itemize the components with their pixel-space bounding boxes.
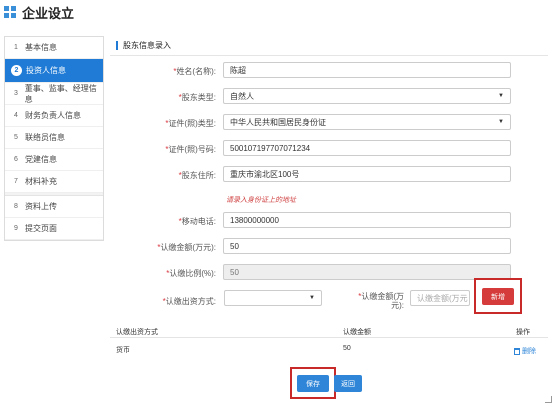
address-input[interactable]: 重庆市渝北区100号 [223,166,511,182]
step-submit[interactable]: 9 提交页面 [5,218,103,240]
section-title: 股东信息录入 [110,36,548,56]
section-title-text: 股东信息录入 [123,41,171,50]
step-party-info[interactable]: 6 党建信息 [5,149,103,171]
address-hint: 请录入身份证上的地址 [226,197,296,204]
step-label: 党建信息 [25,155,57,164]
step-number: 8 [14,203,18,210]
caret-down-icon: ▼ [498,93,504,99]
step-label: 提交页面 [25,224,57,233]
step-number: 9 [14,225,18,232]
step-number: 4 [14,112,18,119]
step-basic-info[interactable]: 1 基本信息 [5,37,103,59]
step-label: 联络员信息 [25,133,65,142]
save-button[interactable]: 保存 [297,375,329,392]
row-amount: 50 [343,345,351,352]
name-label: *姓名(名称): [173,67,216,76]
step-investor-info[interactable]: 2 投资人信息 [5,59,103,83]
step-number: 7 [14,178,18,185]
step-label: 材料补充 [25,177,57,186]
add-button[interactable]: 新增 [482,288,514,305]
delete-button[interactable]: 删除 [514,346,536,356]
step-label: 财务负责人信息 [25,111,81,120]
address-label: *股东住所: [178,171,216,180]
page-title: 企业设立 [22,5,75,21]
step-number: 6 [14,156,18,163]
step-label: 董事、监事、经理信息 [24,83,97,104]
subscribed-amount-input[interactable]: 50 [223,238,511,254]
id-type-select[interactable]: 中华人民共和国居民身份证 ▼ [223,114,511,130]
page-header: 企业设立 [0,0,554,24]
accent-bar [116,41,118,50]
step-sidebar: 1 基本信息 2 投资人信息 3 董事、监事、经理信息 4 财务负责人信息 5 联络员信息… [4,36,104,241]
trash-icon [514,347,520,355]
id-number-input[interactable]: 500107197707071234 [223,140,511,156]
id-type-label: *证件(照)类型: [165,119,216,128]
shareholder-type-select[interactable]: 自然人 ▼ [223,88,511,104]
main-panel: 股东信息录入 *姓名(名称): 陈超 *股东类型: 自然人 ▼ *证件(照)类型:… [110,36,548,402]
method-amount-label: *认缴金额(万 元): [358,292,404,310]
step-number: 1 [14,44,18,51]
column-amount: 认缴金额 [343,329,371,336]
column-method: 认缴出资方式 [116,329,158,336]
resize-handle[interactable] [545,396,552,403]
column-action: 操作 [516,329,530,336]
mobile-label: *移动电话: [178,217,216,226]
shareholder-type-label: *股东类型: [178,93,216,102]
step-number: 3 [13,90,18,97]
mobile-input[interactable]: 13800000000 [223,212,511,228]
delete-label: 删除 [522,348,536,355]
step-label: 基本信息 [25,43,57,52]
row-method: 货币 [116,347,130,354]
contribution-method-select[interactable]: ▼ [224,290,322,306]
name-input[interactable]: 陈超 [223,62,511,78]
contribution-table-header: 认缴出资方式 认缴金额 操作 [110,324,548,338]
subscribed-ratio-input: 50 [223,264,511,280]
contribution-method-label: *认缴出资方式: [162,297,216,306]
step-liaison-info[interactable]: 5 联络员信息 [5,127,103,149]
caret-down-icon: ▼ [309,295,315,301]
step-finance-officer-info[interactable]: 4 财务负责人信息 [5,105,103,127]
step-label: 资料上传 [25,202,57,211]
step-upload[interactable]: 8 资料上传 [5,196,103,218]
caret-down-icon: ▼ [498,119,504,125]
id-number-label: *证件(照)号码: [165,145,216,154]
subscribed-amount-label: *认缴金额(万元): [157,243,216,252]
step-number: 2 [11,65,22,76]
method-amount-input[interactable]: 认缴金额(万元 [410,290,470,306]
step-directors-info[interactable]: 3 董事、监事、经理信息 [5,83,103,105]
back-button[interactable]: 返回 [334,375,362,392]
subscribed-ratio-label: *认缴比例(%): [166,269,216,278]
step-number: 5 [14,134,18,141]
step-label: 投资人信息 [26,66,66,75]
table-row: 货币 50 删除 [110,342,548,358]
step-materials-supplement[interactable]: 7 材料补充 [5,171,103,193]
grid-icon [4,6,16,18]
